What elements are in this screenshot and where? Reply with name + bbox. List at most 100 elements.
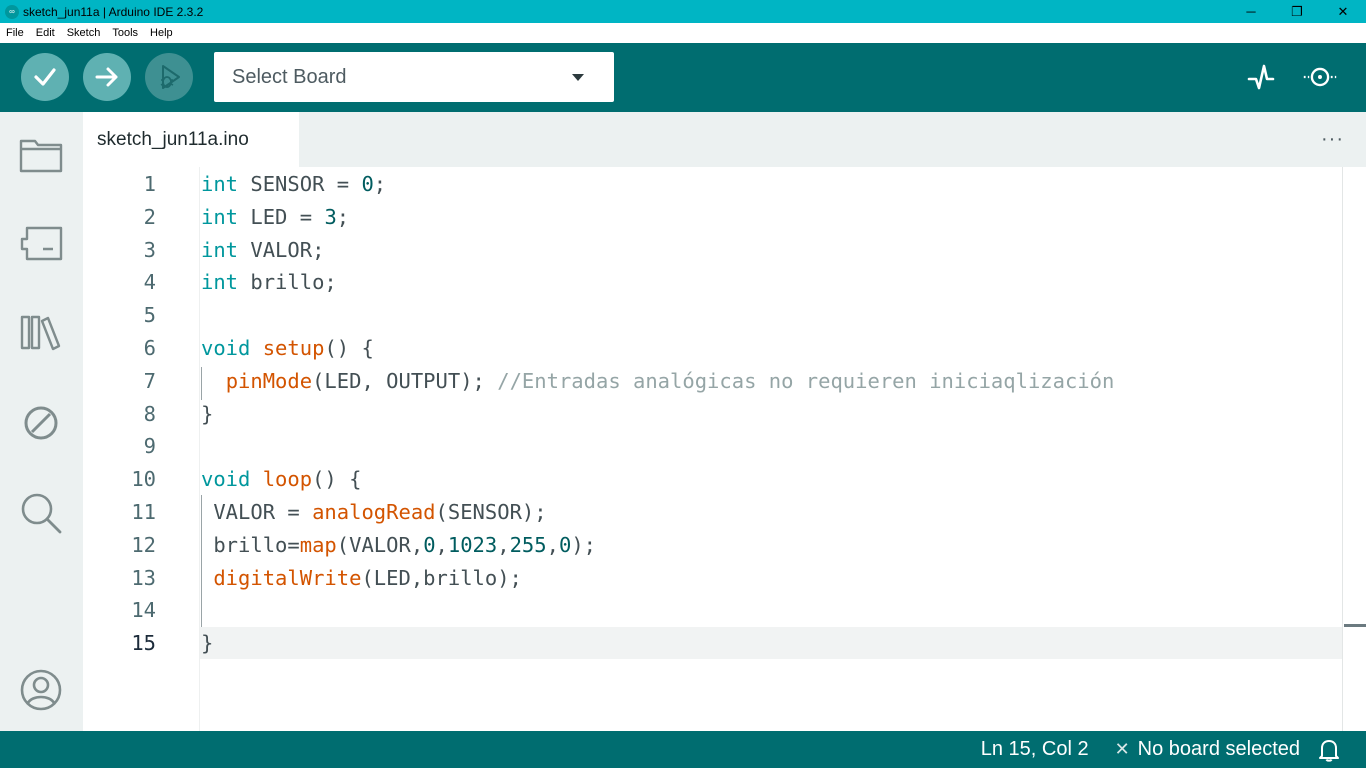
code-token: void [201,467,251,492]
code-token: , [435,532,448,557]
code-token: () { [324,336,374,360]
code-line: 15} [83,627,1342,660]
line-number: 15 [131,631,156,656]
code-token: , [546,532,559,557]
code-token: map [299,532,337,557]
more-options-icon[interactable]: ··· [1321,128,1344,151]
window-title: sketch_jun11a | Arduino IDE 2.3.2 [23,4,204,19]
code-token: loop [262,467,313,492]
line-number: 9 [143,434,156,459]
toolbar: Select Board [0,43,1366,112]
tab-bar: sketch_jun11a.ino ··· [83,112,1366,167]
board-select-label: Select Board [232,65,347,88]
minimize-button[interactable]: ─ [1228,0,1274,23]
search-button[interactable] [18,490,64,536]
debug-icon [160,65,180,89]
code-line: 3 int VALOR; [83,234,1342,267]
serial-plotter-button[interactable] [1243,59,1279,95]
code-token: 0 [361,172,374,196]
board-manager-icon [20,226,63,261]
cursor-position[interactable]: Ln 15, Col 2 [981,738,1089,761]
code-token: ); [571,532,596,557]
code-line: 14 [83,594,1342,627]
code-token: int [201,204,239,229]
close-button[interactable]: ✕ [1320,0,1366,23]
board-select-dropdown[interactable]: Select Board [214,52,614,102]
code-text: int SENSOR = 0; [201,168,386,201]
code-token: } [201,401,214,426]
code-token: 0 [423,532,436,557]
menu-bar: File Edit Sketch Tools Help [0,23,1366,43]
code-text: digitalWrite(LED,brillo); [201,562,522,595]
menu-tools[interactable]: Tools [106,27,144,39]
folder-icon [19,139,63,173]
code-token: //Entradas analógicas no requieren inici… [497,368,1115,393]
serial-monitor-button[interactable] [1302,59,1338,95]
board-status[interactable]: No board selected [1138,738,1300,761]
code-token: pinMode [225,368,313,393]
code-line: 7 pinMode(LED, OUTPUT); //Entradas analó… [83,365,1342,398]
code-editor[interactable]: 1 int SENSOR = 0; 2 int LED = 3; 3 int VALOR;… [83,167,1366,731]
code-token: SENSOR = [238,172,362,196]
code-text: brillo=map(VALOR,0,1023,255,0); [201,529,596,562]
menu-edit[interactable]: Edit [30,27,61,39]
code-token: (SENSOR); [435,500,547,524]
line-number: 1 [143,172,156,196]
code-token: (VALOR, [336,532,424,557]
debug-disabled-icon [24,406,58,440]
code-line: 6 void setup() { [83,332,1342,365]
debug-panel-button[interactable] [18,400,64,446]
maximize-button[interactable]: ❐ [1274,0,1320,23]
code-token: 1023 [447,532,498,557]
menu-file[interactable]: File [0,27,30,39]
verify-icon [34,68,56,86]
code-token: 3 [324,204,337,229]
status-bar: Ln 15, Col 2 ✕ No board selected [0,731,1366,768]
upload-button[interactable] [83,53,131,101]
code-token: () { [312,467,362,492]
code-text: pinMode(LED, OUTPUT); //Entradas analógi… [201,365,1115,398]
code-text: } [201,398,213,431]
line-number: 12 [131,532,156,557]
code-line: 12 brillo=map(VALOR,0,1023,255,0); [83,529,1342,562]
code-token: brillo; [238,270,337,295]
tab-sketch-file[interactable]: sketch_jun11a.ino [83,112,299,167]
notification-bell-icon[interactable] [1318,738,1340,762]
library-manager-button[interactable] [18,309,64,355]
code-token: , [497,532,510,557]
code-text: int brillo; [201,266,337,299]
debug-button[interactable] [145,53,193,101]
code-token: int [201,172,239,196]
upload-icon [95,67,118,87]
code-line: 4 int brillo; [83,266,1342,299]
code-token: 255 [509,532,547,557]
verify-button[interactable] [21,53,69,101]
sidebar [0,112,83,731]
code-token: 0 [558,532,572,557]
title-bar: ∞ sketch_jun11a | Arduino IDE 2.3.2 ─ ❐ … [0,0,1366,23]
code-text: int VALOR; [201,234,324,267]
scrollbar-cursor-marker [1344,624,1366,627]
tab-label: sketch_jun11a.ino [97,128,249,150]
code-token: digitalWrite [213,565,362,590]
line-number: 3 [143,237,156,262]
board-manager-button[interactable] [18,220,64,266]
profile-button[interactable] [18,667,64,713]
menu-sketch[interactable]: Sketch [61,27,107,39]
line-number: 13 [131,565,156,590]
scrollbar-track[interactable] [1342,167,1343,731]
profile-icon [20,669,62,711]
code-token: ; [336,204,350,229]
sketchbook-button[interactable] [18,132,64,178]
code-token: int [201,270,239,295]
code-token: void [201,336,251,360]
code-token: int [201,237,239,262]
menu-help[interactable]: Help [144,27,179,39]
code-line: 9 [83,430,1342,463]
code-line: 10 void loop() { [83,463,1342,496]
code-token: brillo= [201,532,300,557]
line-number: 6 [143,336,156,360]
line-number: 4 [143,270,156,295]
